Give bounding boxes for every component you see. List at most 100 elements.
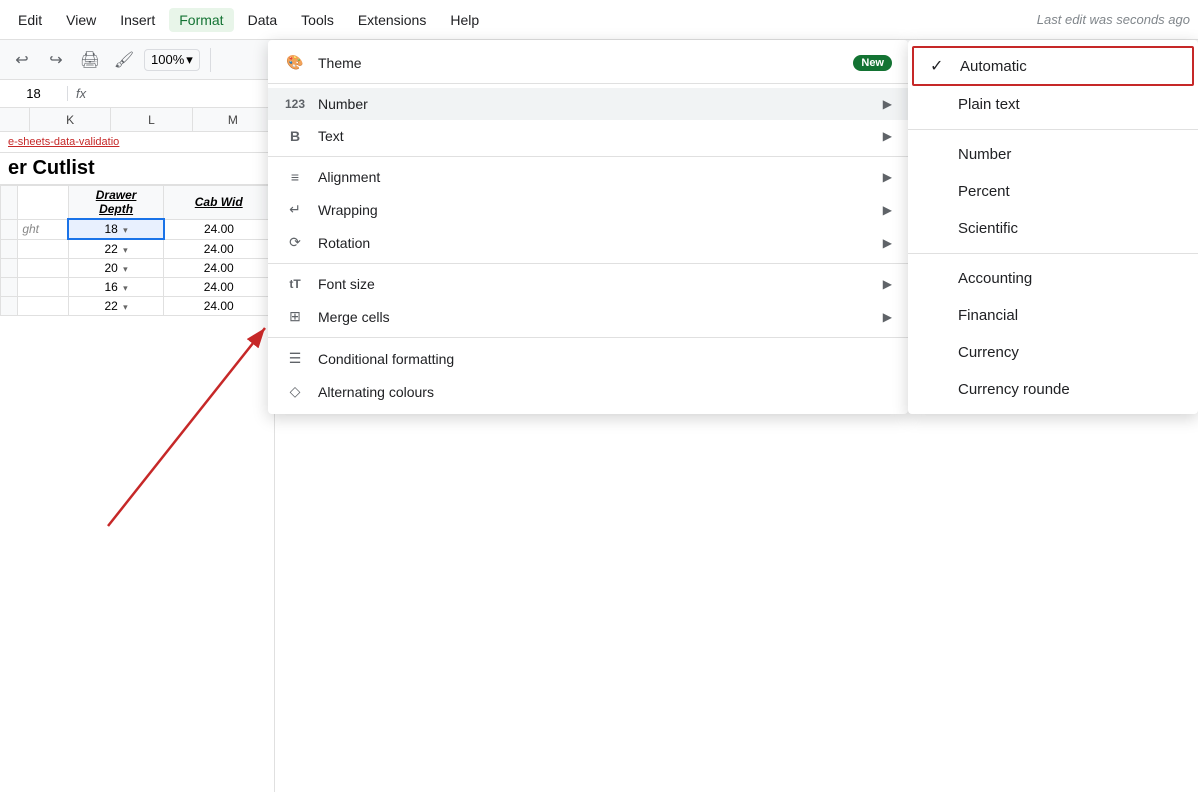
submenu-item-automatic[interactable]: ✓ Automatic xyxy=(912,46,1194,86)
wrapping-icon: ↵ xyxy=(284,201,306,218)
header-drawer-depth: DrawerDepth xyxy=(68,186,164,220)
check-icon-automatic: ✓ xyxy=(930,56,950,76)
col-k-cell xyxy=(18,297,68,316)
dropdown-arrow-5[interactable]: ▾ xyxy=(121,302,128,312)
cell-depth-3[interactable]: 20 ▾ xyxy=(68,259,164,278)
col-k-cell xyxy=(18,239,68,259)
format-menu-text[interactable]: B Text ▶ xyxy=(268,120,908,152)
menu-item-extensions[interactable]: Extensions xyxy=(348,8,436,32)
menu-divider-3 xyxy=(268,263,908,264)
sheet-link-text[interactable]: e-sheets-data-validatio xyxy=(8,136,119,148)
submenu-item-number[interactable]: Number xyxy=(908,136,1198,173)
cell-depth-4[interactable]: 16 ▾ xyxy=(68,278,164,297)
submenu-item-financial[interactable]: Financial xyxy=(908,297,1198,334)
theme-label: Theme xyxy=(318,55,841,71)
format-menu-list: 🎨 Theme New 123 Number ▶ B Text ▶ ≡ Alig… xyxy=(268,40,908,414)
wrapping-label: Wrapping xyxy=(318,202,871,218)
alternating-icon: ◇ xyxy=(284,383,306,400)
menu-divider-4 xyxy=(268,337,908,338)
undo-button[interactable]: ↩ xyxy=(8,46,36,74)
cell-width-5: 24.00 xyxy=(164,297,274,316)
print-button[interactable]: 🖨 xyxy=(76,46,104,74)
sheet-link-row: e-sheets-data-validatio xyxy=(0,132,274,153)
format-menu: 🎨 Theme New 123 Number ▶ B Text ▶ ≡ Alig… xyxy=(268,40,908,414)
format-menu-rotation[interactable]: ⟳ Rotation ▶ xyxy=(268,226,908,259)
format-menu-merge[interactable]: ⊞ Merge cells ▶ xyxy=(268,300,908,333)
paint-format-button[interactable]: 🖌 xyxy=(110,46,138,74)
conditional-label: Conditional formatting xyxy=(318,351,892,367)
zoom-dropdown-icon: ▾ xyxy=(186,52,193,68)
col-header-m: M xyxy=(193,108,274,131)
col-k-cell: ght xyxy=(18,219,68,239)
zoom-selector[interactable]: 100% ▾ xyxy=(144,49,200,71)
format-menu-theme[interactable]: 🎨 Theme New xyxy=(268,46,908,79)
financial-label: Financial xyxy=(958,307,1018,324)
scientific-label: Scientific xyxy=(958,220,1018,237)
percent-label: Percent xyxy=(958,183,1010,200)
column-headers: K L M xyxy=(0,108,274,132)
menu-item-view[interactable]: View xyxy=(56,8,106,32)
zoom-value: 100% xyxy=(151,52,184,67)
wrapping-arrow-icon: ▶ xyxy=(883,203,892,217)
format-menu-wrapping[interactable]: ↵ Wrapping ▶ xyxy=(268,193,908,226)
row-num-cell xyxy=(1,186,18,220)
cell-depth-5[interactable]: 22 ▾ xyxy=(68,297,164,316)
cell-depth-1[interactable]: 18 ▾ xyxy=(68,219,164,239)
format-menu-conditional[interactable]: ☰ Conditional formatting xyxy=(268,342,908,375)
dropdown-arrow-1[interactable]: ▾ xyxy=(121,225,128,235)
submenu-item-currency-rounded[interactable]: Currency rounde xyxy=(908,371,1198,408)
submenu-item-scientific[interactable]: Scientific xyxy=(908,210,1198,247)
dropdown-arrow-4[interactable]: ▾ xyxy=(121,283,128,293)
cell-depth-2[interactable]: 22 ▾ xyxy=(68,239,164,259)
col-header-k: K xyxy=(30,108,111,131)
plain-text-label: Plain text xyxy=(958,96,1020,113)
fx-label: fx xyxy=(76,86,86,101)
menu-item-data[interactable]: Data xyxy=(238,8,288,32)
spreadsheet-panel: K L M e-sheets-data-validatio er Cutlist… xyxy=(0,108,275,792)
dropdown-arrow-3[interactable]: ▾ xyxy=(121,264,128,274)
rotation-icon: ⟳ xyxy=(284,234,306,251)
submenu-item-accounting[interactable]: Accounting xyxy=(908,260,1198,297)
last-edit-label: Last edit was seconds ago xyxy=(1037,12,1190,27)
merge-icon: ⊞ xyxy=(284,308,306,325)
row-num-header xyxy=(0,108,30,131)
menu-item-insert[interactable]: Insert xyxy=(110,8,165,32)
menu-item-format[interactable]: Format xyxy=(169,8,233,32)
currency-label: Currency xyxy=(958,344,1019,361)
menu-divider-2 xyxy=(268,156,908,157)
submenu-divider-2 xyxy=(908,253,1198,254)
text-bold-icon: B xyxy=(284,128,306,144)
new-badge: New xyxy=(853,55,892,71)
arrow-line xyxy=(108,328,265,526)
table-row: 22 ▾ 24.00 xyxy=(1,297,274,316)
menu-bar: Edit View Insert Format Data Tools Exten… xyxy=(0,0,1198,40)
submenu-item-percent[interactable]: Percent xyxy=(908,173,1198,210)
submenu-divider-1 xyxy=(908,129,1198,130)
menu-divider-1 xyxy=(268,83,908,84)
table-row: 16 ▾ 24.00 xyxy=(1,278,274,297)
format-menu-alignment[interactable]: ≡ Alignment ▶ xyxy=(268,161,908,193)
redo-button[interactable]: ↪ xyxy=(42,46,70,74)
format-menu-font-size[interactable]: tT Font size ▶ xyxy=(268,268,908,300)
menu-item-tools[interactable]: Tools xyxy=(291,8,344,32)
format-menu-alternating[interactable]: ◇ Alternating colours xyxy=(268,375,908,408)
number-label: Number xyxy=(318,96,871,112)
toolbar-separator xyxy=(210,48,211,72)
submenu-item-currency[interactable]: Currency xyxy=(908,334,1198,371)
menu-item-edit[interactable]: Edit xyxy=(8,8,52,32)
merge-label: Merge cells xyxy=(318,309,871,325)
col-k-cell xyxy=(18,259,68,278)
alternating-label: Alternating colours xyxy=(318,384,892,400)
submenu-item-plain-text[interactable]: Plain text xyxy=(908,86,1198,123)
format-menu-number[interactable]: 123 Number ▶ xyxy=(268,88,908,120)
menu-item-help[interactable]: Help xyxy=(440,8,489,32)
text-arrow-icon: ▶ xyxy=(883,129,892,143)
header-col-k xyxy=(18,186,68,220)
alignment-icon: ≡ xyxy=(284,169,306,185)
table-row: 20 ▾ 24.00 xyxy=(1,259,274,278)
table-header-row: DrawerDepth Cab Wid xyxy=(1,186,274,220)
dropdown-arrow-2[interactable]: ▾ xyxy=(121,245,128,255)
palette-icon: 🎨 xyxy=(284,54,306,71)
number-arrow-icon: ▶ xyxy=(883,97,892,111)
merge-arrow-icon: ▶ xyxy=(883,310,892,324)
